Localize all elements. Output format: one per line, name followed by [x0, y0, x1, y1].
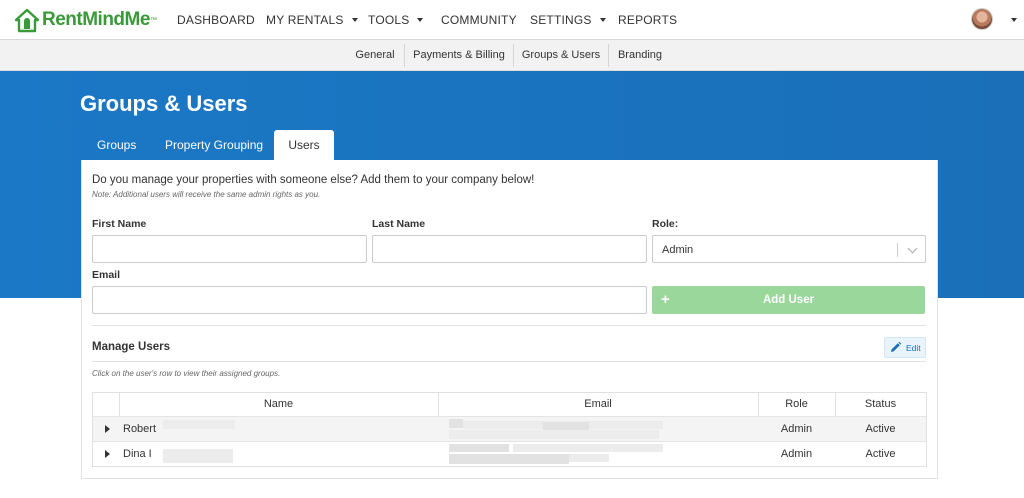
nav-dashboard[interactable]: DASHBOARD [177, 0, 255, 40]
users-table: Name Email Role Status Robert Admin Acti… [92, 392, 927, 467]
edit-button-label: Edit [906, 343, 921, 353]
redacted-email [449, 430, 659, 439]
user-status: Active [865, 423, 896, 435]
chevron-down-icon [599, 17, 606, 22]
first-name-label: First Name [92, 218, 147, 230]
manage-users-heading: Manage Users [92, 341, 170, 353]
page-title: Groups & Users [80, 91, 248, 116]
redacted-email [449, 444, 509, 452]
redacted-email [449, 454, 569, 464]
nav-tools-label: TOOLS [368, 13, 410, 27]
select-separator [897, 243, 898, 257]
add-user-button-label: Add User [762, 294, 815, 306]
role-select[interactable]: Admin [652, 235, 926, 263]
tab-property-grouping-label: Property Grouping [165, 138, 264, 152]
avatar-menu-chevron-down-icon[interactable] [1011, 18, 1017, 22]
nav-settings-label: SETTINGS [530, 13, 592, 27]
nav-tools[interactable]: TOOLS [368, 0, 424, 40]
table-row[interactable]: Robert Admin Active [93, 416, 926, 441]
column-header-role[interactable]: Role [758, 393, 835, 416]
add-user-button[interactable]: + Add User [652, 286, 925, 314]
redacted-email [449, 419, 463, 428]
subnav-branding[interactable]: Branding [614, 40, 666, 71]
last-name-input[interactable] [372, 235, 647, 263]
redacted-email [513, 444, 663, 452]
section-divider [92, 325, 926, 326]
user-name: Dina I [123, 448, 152, 460]
subnav-divider [608, 44, 609, 67]
expand-row-icon[interactable] [105, 450, 110, 458]
section-divider [92, 361, 926, 362]
user-name: Robert [123, 423, 157, 435]
user-role: Admin [780, 448, 813, 460]
role-select-value: Admin [662, 244, 694, 256]
redacted-name [163, 420, 235, 429]
admin-rights-note: Note: Additional users will receive the … [92, 190, 321, 199]
nav-settings[interactable]: SETTINGS [530, 0, 606, 40]
subnav-payments-billing[interactable]: Payments & Billing [405, 40, 513, 71]
column-header-name[interactable]: Name [119, 393, 438, 416]
user-status: Active [865, 448, 896, 460]
tab-users[interactable]: Users [274, 130, 334, 160]
nav-my-rentals[interactable]: MY RENTALS [266, 0, 358, 40]
user-avatar[interactable] [971, 8, 993, 30]
nav-community[interactable]: COMMUNITY [441, 0, 517, 40]
first-name-input[interactable] [92, 235, 367, 263]
rentmindme-logo[interactable]: RentMindMe ™ [14, 7, 157, 33]
pencil-icon [891, 341, 902, 352]
nav-reports[interactable]: REPORTS [618, 0, 677, 40]
last-name-label: Last Name [372, 218, 426, 230]
tab-property-grouping[interactable]: Property Grouping [149, 130, 279, 160]
chevron-down-icon [351, 17, 358, 22]
settings-subnav: General Payments & Billing Groups & User… [0, 40, 1024, 71]
logo-text: RentMindMe [42, 9, 150, 31]
house-logo-icon [14, 8, 40, 33]
table-row[interactable]: Dina I Admin Active [93, 441, 926, 466]
user-role: Admin [780, 423, 813, 435]
email-label: Email [92, 269, 121, 281]
chevron-down-icon [907, 243, 918, 254]
top-navbar: RentMindMe ™ DASHBOARD MY RENTALS TOOLS C… [0, 0, 1024, 40]
expand-row-icon[interactable] [105, 425, 110, 433]
tab-groups-label: Groups [97, 138, 137, 152]
subnav-groups-users-label: Groups & Users [521, 49, 601, 61]
column-header-status[interactable]: Status [835, 393, 926, 416]
column-header-email[interactable]: Email [438, 393, 758, 416]
intro-text: Do you manage your properties with someo… [92, 174, 535, 186]
subnav-general[interactable]: General [352, 40, 398, 71]
manage-users-hint: Click on the user's row to view their as… [92, 369, 281, 378]
redacted-email [543, 422, 589, 430]
nav-community-label: COMMUNITY [441, 13, 517, 27]
role-label: Role: [652, 218, 679, 230]
tab-users-label: Users [288, 138, 320, 152]
logo-text-main: RentMind [42, 9, 125, 30]
subnav-groups-users[interactable]: Groups & Users [514, 40, 608, 71]
chevron-down-icon [417, 17, 424, 22]
nav-dashboard-label: DASHBOARD [177, 13, 255, 27]
subnav-payments-label: Payments & Billing [413, 49, 505, 61]
nav-my-rentals-label: MY RENTALS [266, 13, 344, 27]
redacted-name [163, 449, 233, 463]
email-input[interactable] [92, 286, 647, 314]
redacted-email [569, 454, 609, 462]
tab-groups[interactable]: Groups [81, 130, 152, 160]
nav-reports-label: REPORTS [618, 13, 678, 27]
subnav-branding-label: Branding [617, 49, 663, 61]
edit-users-button[interactable]: Edit [884, 337, 926, 358]
logo-trademark: ™ [149, 16, 157, 24]
logo-text-suffix: Me [124, 9, 151, 30]
subnav-general-label: General [355, 49, 395, 61]
